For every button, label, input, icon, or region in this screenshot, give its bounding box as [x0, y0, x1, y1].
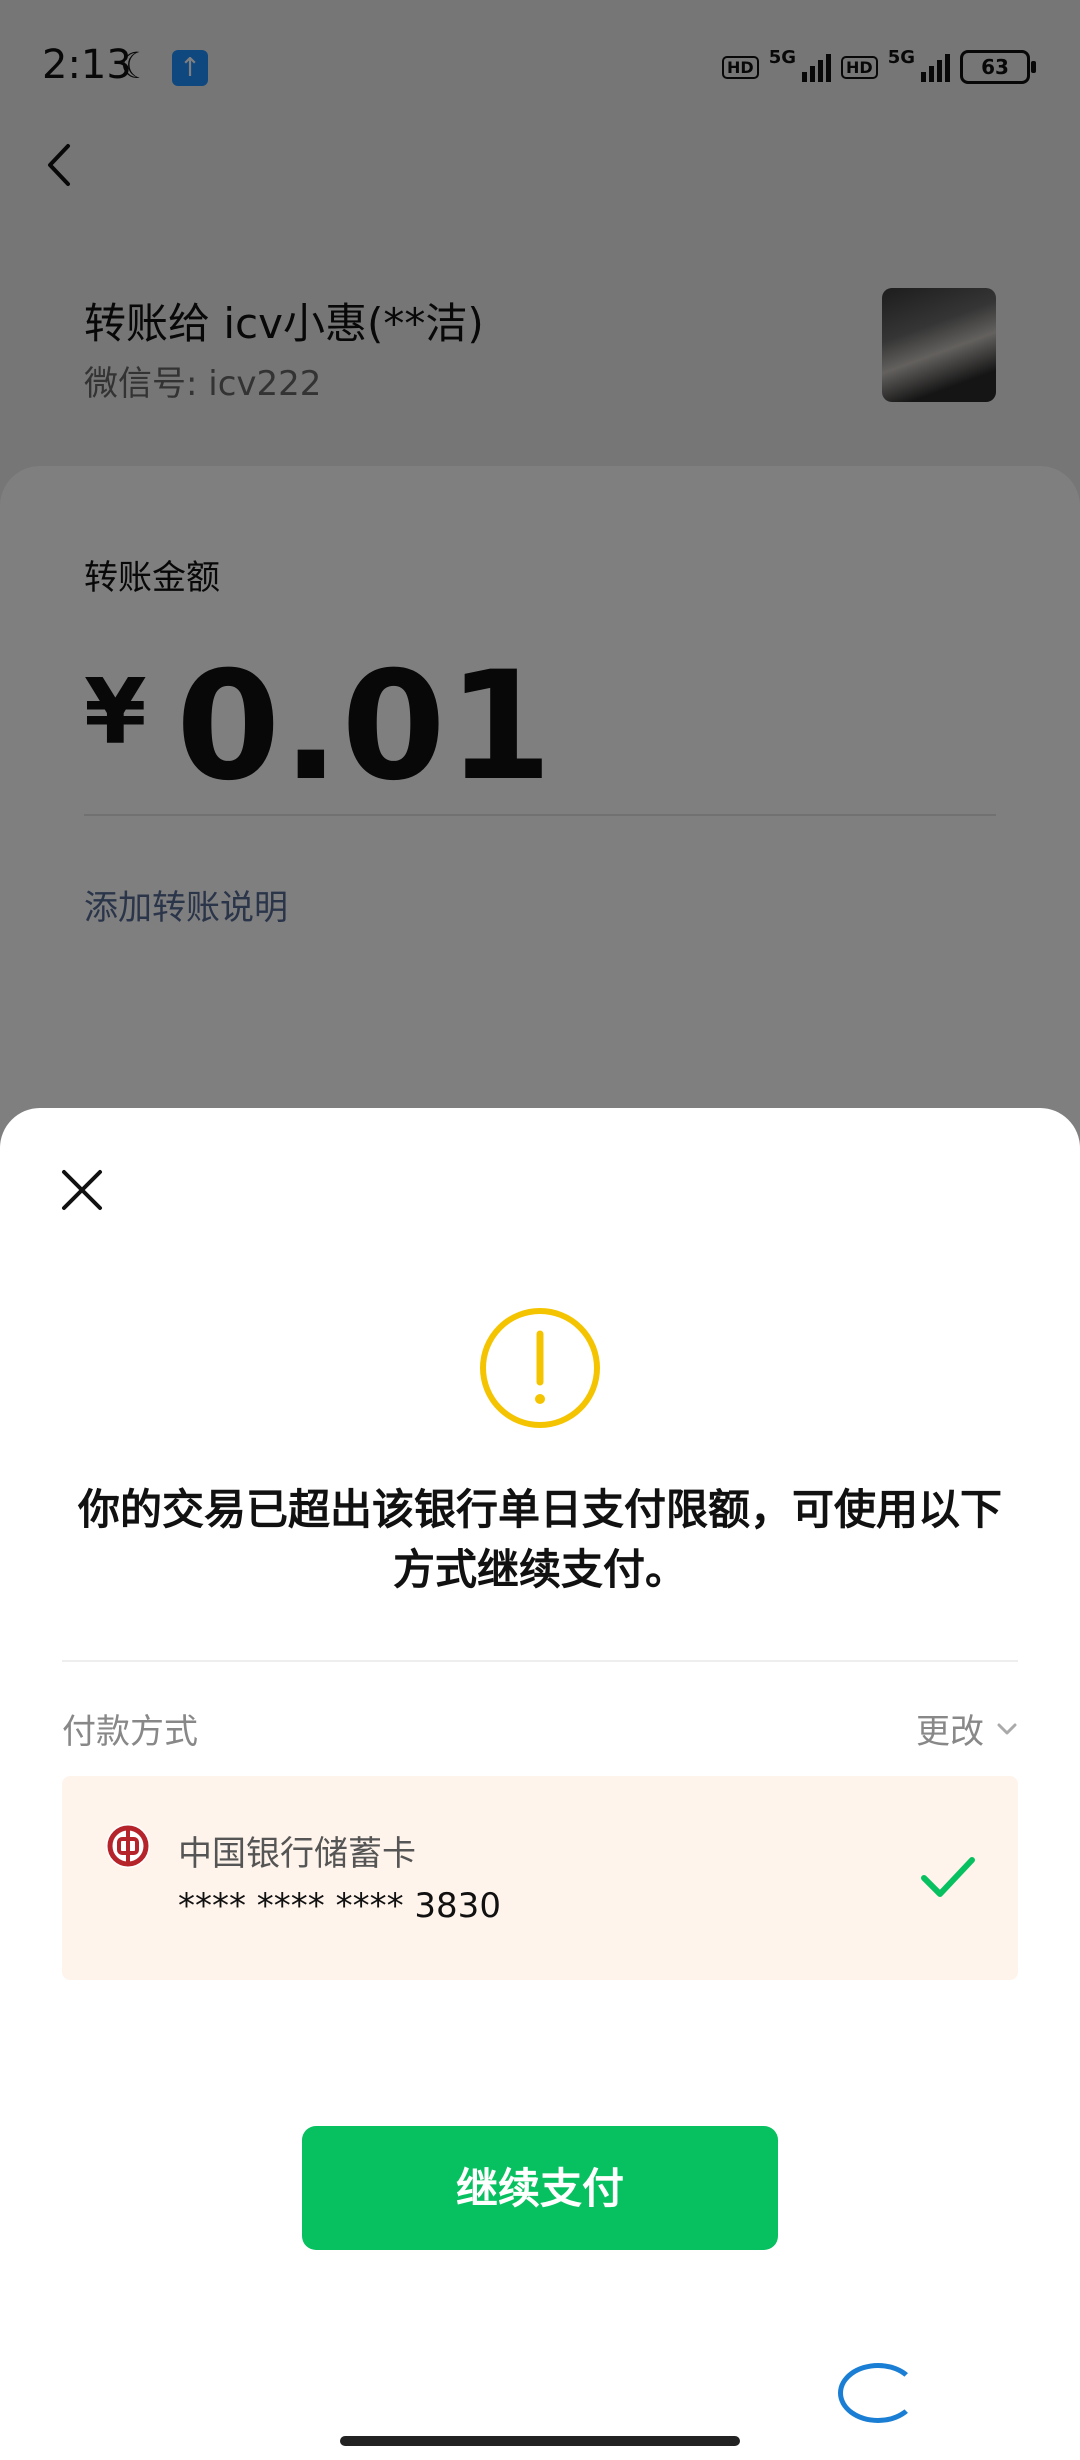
limit-exceeded-message: 你的交易已超出该银行单日支付限额，可使用以下方式继续支付。 [77, 1485, 1002, 1594]
chevron-down-icon [997, 1723, 1017, 1734]
change-payment-button[interactable]: 更改 [916, 1704, 1018, 1753]
watermark-logo [838, 2356, 1068, 2430]
continue-payment-button[interactable]: 继续支付 [302, 2126, 778, 2250]
payment-method-label: 付款方式 [62, 1712, 198, 1752]
change-label: 更改 [916, 1712, 984, 1752]
checkmark-icon [921, 1857, 975, 1897]
dragon-logo-icon [838, 2363, 918, 2423]
bank-of-china-icon [106, 1824, 150, 1868]
warning-icon [480, 1308, 600, 1428]
bank-card-name: 中国银行储蓄卡 [178, 1834, 416, 1874]
bank-card-number: **** **** **** 3830 [178, 1886, 501, 1926]
home-indicator[interactable] [340, 2436, 740, 2446]
close-icon[interactable] [60, 1168, 104, 1212]
divider [62, 1660, 1018, 1662]
payment-card-option[interactable] [62, 1776, 1018, 1980]
